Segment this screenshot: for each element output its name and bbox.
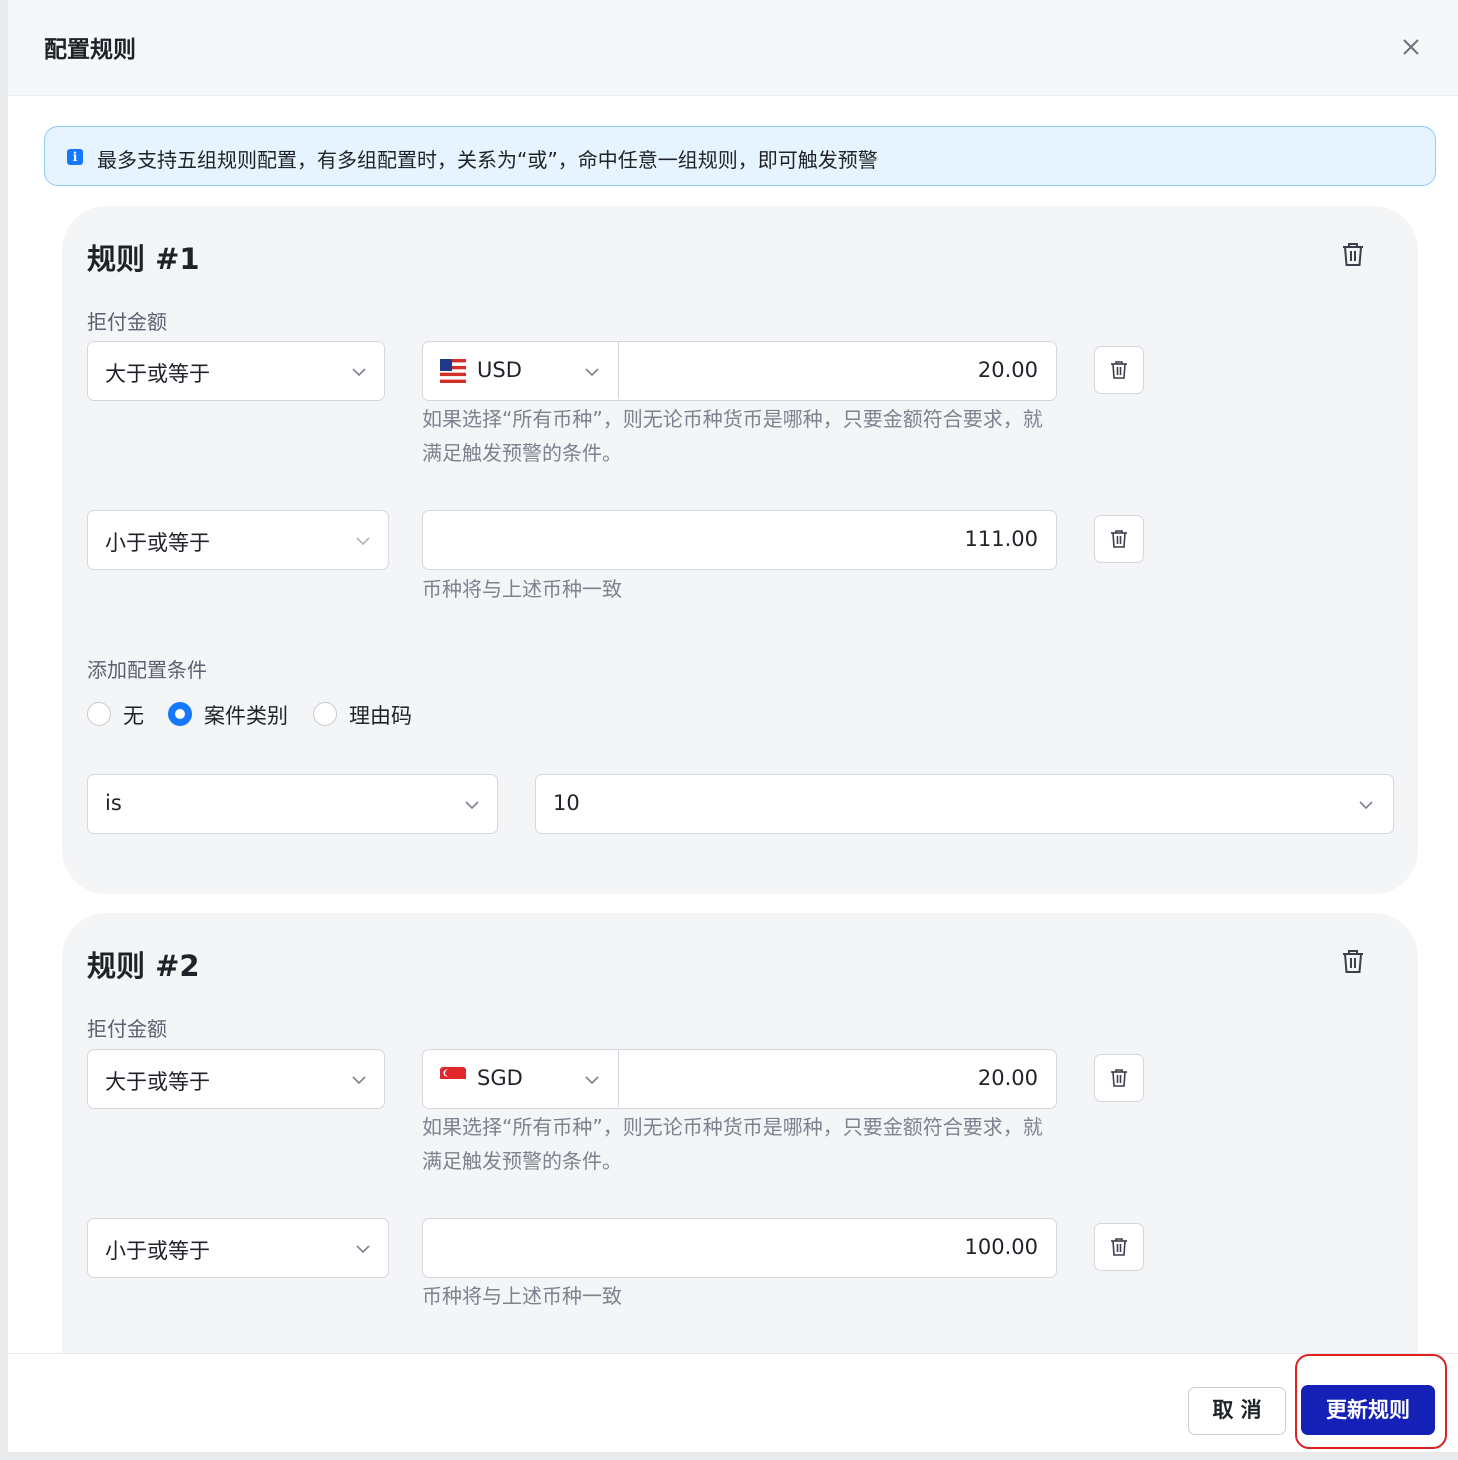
chevron-down-icon <box>585 368 599 377</box>
trash-icon <box>1111 1238 1127 1256</box>
info-alert: i 最多支持五组规则配置，有多组配置时，关系为“或”，命中任意一组规则，即可触发… <box>44 126 1436 186</box>
us-flag-icon <box>440 359 466 383</box>
highlight-box <box>1295 1354 1447 1449</box>
currency-code: USD <box>477 358 522 382</box>
operator-select-min[interactable]: 大于或等于 <box>87 341 385 401</box>
delete-condition-button[interactable] <box>1094 346 1144 394</box>
filter-operator-value: is <box>105 791 122 815</box>
chevron-down-icon <box>1359 801 1373 810</box>
currency-select[interactable]: USD <box>423 342 619 399</box>
operator-value: 小于或等于 <box>105 531 210 555</box>
config-rules-modal: 配置规则 i 最多支持五组规则配置，有多组配置时，关系为“或”，命中任意一组规则… <box>8 0 1458 1452</box>
modal-title: 配置规则 <box>44 37 136 63</box>
max-amount-input[interactable]: 100.00 <box>422 1218 1057 1278</box>
delete-rule-trash-icon[interactable] <box>1338 239 1368 269</box>
trash-icon <box>1111 361 1127 379</box>
rule-card-1: 规则 #1 拒付金额 大于或等于 USD 20.00 如果选择“所有币种”，则无… <box>62 206 1418 894</box>
rule-title: 规则 #2 <box>87 949 200 983</box>
trash-icon <box>1111 1069 1127 1087</box>
filter-value-select[interactable]: 10 <box>535 774 1394 834</box>
modal-footer: 取 消 更新规则 <box>8 1353 1458 1452</box>
filter-value: 10 <box>553 791 580 815</box>
delete-rule-trash-icon[interactable] <box>1338 946 1368 976</box>
radio-label: 无 <box>123 704 144 728</box>
max-amount-input[interactable]: 111.00 <box>422 510 1057 570</box>
operator-value: 大于或等于 <box>105 1070 210 1094</box>
chevron-down-icon <box>465 801 479 810</box>
amount-label: 拒付金额 <box>87 310 167 334</box>
currency-hint: 如果选择“所有币种”，则无论币种货币是哪种，只要金额符合要求，就满足触发预警的条… <box>422 407 1043 465</box>
radio-circle <box>87 702 111 726</box>
amount-input[interactable]: 20.00 <box>978 1066 1038 1090</box>
amount-value: 111.00 <box>964 527 1038 551</box>
chevron-down-icon <box>356 537 370 546</box>
currency-amount-field: SGD 20.00 <box>422 1049 1057 1109</box>
operator-select-max[interactable]: 小于或等于 <box>87 510 389 570</box>
operator-select-max[interactable]: 小于或等于 <box>87 1218 389 1278</box>
operator-select-min[interactable]: 大于或等于 <box>87 1049 385 1109</box>
currency-hint: 币种将与上述币种一致 <box>422 577 622 601</box>
sg-flag-icon <box>440 1067 466 1091</box>
amount-value: 100.00 <box>964 1235 1038 1259</box>
operator-value: 大于或等于 <box>105 362 210 386</box>
cancel-button[interactable]: 取 消 <box>1188 1387 1286 1435</box>
filter-operator-select[interactable]: is <box>87 774 498 834</box>
chevron-down-icon <box>585 1076 599 1085</box>
currency-amount-field: USD 20.00 <box>422 341 1057 401</box>
currency-select[interactable]: SGD <box>423 1050 619 1107</box>
radio-label: 案件类别 <box>204 704 288 728</box>
delete-condition-button[interactable] <box>1094 1223 1144 1271</box>
radio-label: 理由码 <box>349 704 412 728</box>
chevron-down-icon <box>352 368 366 377</box>
delete-condition-button[interactable] <box>1094 1054 1144 1102</box>
modal-header: 配置规则 <box>8 0 1458 96</box>
operator-value: 小于或等于 <box>105 1239 210 1263</box>
info-icon: i <box>67 149 83 165</box>
extra-condition-label: 添加配置条件 <box>87 658 207 682</box>
rule-title: 规则 #1 <box>87 242 200 276</box>
radio-circle <box>313 702 337 726</box>
amount-label: 拒付金额 <box>87 1017 167 1041</box>
info-text: 最多支持五组规则配置，有多组配置时，关系为“或”，命中任意一组规则，即可触发预警 <box>97 148 878 172</box>
close-icon[interactable] <box>1396 32 1426 62</box>
chevron-down-icon <box>356 1245 370 1254</box>
radio-circle-checked <box>168 702 192 726</box>
currency-hint: 如果选择“所有币种”，则无论币种货币是哪种，只要金额符合要求，就满足触发预警的条… <box>422 1115 1043 1173</box>
currency-hint: 币种将与上述币种一致 <box>422 1284 622 1308</box>
chevron-down-icon <box>352 1076 366 1085</box>
delete-condition-button[interactable] <box>1094 515 1144 563</box>
trash-icon <box>1111 530 1127 548</box>
currency-code: SGD <box>477 1066 523 1090</box>
amount-input[interactable]: 20.00 <box>978 358 1038 382</box>
